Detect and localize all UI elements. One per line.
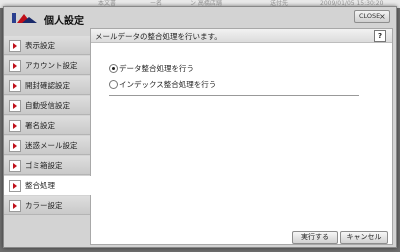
dialog-titlebar: 個人設定 CLOSE × xyxy=(4,7,396,27)
cancel-button[interactable]: キャンセル xyxy=(340,231,388,244)
sidebar-item-label: 署名設定 xyxy=(25,121,55,130)
sidebar-item-label: 迷惑メール設定 xyxy=(25,141,78,150)
sidebar-item-label: 整合処理 xyxy=(25,181,55,190)
arrow-right-icon xyxy=(9,80,21,92)
close-label: CLOSE xyxy=(359,12,381,20)
sidebar-item-read-receipt[interactable]: 開封確認設定 xyxy=(4,76,90,95)
sidebar-item-label: 表示設定 xyxy=(25,41,55,50)
sidebar-item-color[interactable]: カラー設定 xyxy=(4,196,90,215)
close-button[interactable]: CLOSE × xyxy=(354,10,390,23)
arrow-right-icon xyxy=(9,180,21,192)
arrow-right-icon xyxy=(9,40,21,52)
arrow-right-icon xyxy=(9,60,21,72)
execute-button[interactable]: 実行する xyxy=(292,231,338,244)
arrow-right-icon xyxy=(9,140,21,152)
dialog-title: 個人設定 xyxy=(44,16,84,27)
radio-button[interactable] xyxy=(109,80,118,89)
sidebar-item-label: ゴミ箱設定 xyxy=(25,161,63,170)
close-icon: × xyxy=(379,12,386,21)
divider xyxy=(109,95,359,96)
sidebar-item-consistency[interactable]: 整合処理 xyxy=(4,176,95,195)
radio-button[interactable] xyxy=(109,64,118,73)
sidebar-item-account[interactable]: アカウント設定 xyxy=(4,56,90,75)
sidebar-item-signature[interactable]: 署名設定 xyxy=(4,116,90,135)
sidebar-item-label: 自動受信設定 xyxy=(25,101,70,110)
arrow-right-icon xyxy=(9,100,21,112)
sidebar-item-label: カラー設定 xyxy=(25,201,63,210)
arrow-right-icon xyxy=(9,200,21,212)
option-label: データ整合処理を行う xyxy=(119,64,194,73)
sidebar-item-spam[interactable]: 迷惑メール設定 xyxy=(4,136,90,155)
settings-sidebar: 表示設定 アカウント設定 開封確認設定 自動受信設定 署名設定 迷惑メール設定 … xyxy=(4,36,95,216)
sidebar-item-label: アカウント設定 xyxy=(25,61,78,70)
arrow-right-icon xyxy=(9,160,21,172)
sidebar-item-label: 開封確認設定 xyxy=(25,81,70,90)
consistency-panel: メールデータの整合処理を行います。 ? データ整合処理を行う インデックス整合処… xyxy=(90,28,393,245)
arrow-right-icon xyxy=(9,120,21,132)
sidebar-item-trash[interactable]: ゴミ箱設定 xyxy=(4,156,90,175)
sidebar-item-auto-receive[interactable]: 自動受信設定 xyxy=(4,96,90,115)
app-logo-icon xyxy=(12,13,37,23)
option-label: インデックス整合処理を行う xyxy=(119,80,217,89)
panel-header: メールデータの整合処理を行います。 ? xyxy=(91,29,392,43)
help-icon[interactable]: ? xyxy=(374,30,386,42)
sidebar-item-display[interactable]: 表示設定 xyxy=(4,36,90,55)
personal-settings-dialog: 個人設定 CLOSE × 表示設定 アカウント設定 開封確認設定 自動受信設定 … xyxy=(3,6,397,248)
panel-title: メールデータの整合処理を行います。 xyxy=(95,32,222,41)
